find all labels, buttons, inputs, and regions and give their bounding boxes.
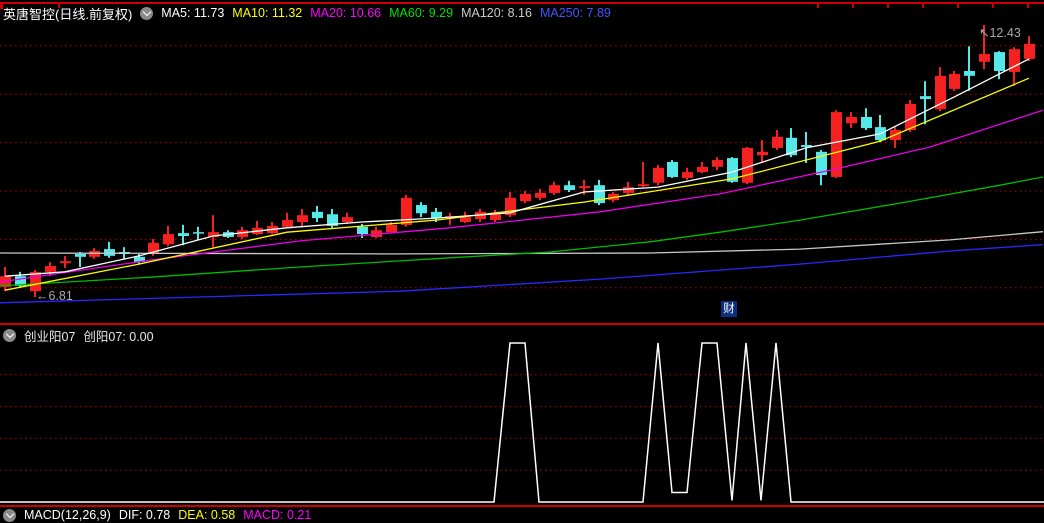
candle — [282, 220, 293, 227]
candle — [104, 249, 115, 256]
candlestick-chart[interactable] — [0, 0, 1044, 513]
ma250-label: MA250: 7.89 — [539, 6, 611, 20]
pane-divider — [0, 323, 1044, 325]
candle — [638, 184, 649, 187]
candle — [163, 234, 174, 245]
high-price-label: ↖12.43 — [979, 26, 1021, 40]
candle — [549, 185, 560, 193]
ma-lines — [0, 58, 1044, 304]
candle — [416, 205, 427, 214]
candle-wick — [968, 46, 970, 91]
candle — [386, 224, 397, 233]
ma5-label: MA5: 11.73 — [161, 6, 225, 20]
candle — [772, 136, 783, 148]
price-gridlines — [0, 45, 1044, 471]
high-arrow-icon: ↖ — [979, 26, 990, 40]
low-price-label: ←6.81 — [36, 289, 73, 303]
candle — [490, 214, 501, 221]
candle — [401, 197, 412, 225]
main-chart-header: 英唐智控(日线.前复权) MA5: 11.73 MA10: 11.32 MA20… — [3, 5, 611, 22]
signal-marker-cai[interactable]: 财 — [721, 301, 737, 317]
candle — [979, 54, 990, 62]
candle — [193, 232, 204, 234]
candle — [535, 192, 546, 198]
candle — [357, 226, 368, 235]
candle-wick — [642, 161, 644, 188]
ma20-label: MA20: 10.66 — [310, 6, 382, 20]
candle — [60, 261, 71, 264]
candle — [1024, 43, 1035, 59]
trading-app-window: 英唐智控(日线.前复权) MA5: 11.73 MA10: 11.32 MA20… — [0, 0, 1044, 522]
candle — [697, 166, 708, 173]
chevron-down-icon[interactable] — [140, 6, 154, 20]
macd-params-label: MACD(12,26,9) — [24, 508, 111, 522]
candle — [846, 116, 857, 124]
candle — [45, 266, 56, 272]
candle — [861, 116, 872, 129]
ma10-label: MA10: 11.32 — [232, 6, 303, 20]
ma120-label: MA120: 8.16 — [461, 6, 532, 20]
chart-title: 英唐智控(日线.前复权) — [3, 6, 133, 22]
macd-label: MACD: 0.21 — [243, 508, 312, 522]
candle — [520, 193, 531, 202]
candle — [949, 73, 960, 89]
candle — [994, 52, 1005, 71]
candle-wick — [212, 215, 214, 248]
indicator-name: 创业阳07 — [24, 329, 76, 344]
candle-wick — [761, 140, 763, 163]
indicator-line — [0, 342, 1044, 503]
candle — [342, 217, 353, 222]
chevron-down-icon[interactable] — [3, 328, 16, 342]
ma-line-ma60 — [0, 176, 1044, 287]
candle — [89, 251, 100, 257]
candle-wick — [924, 81, 926, 125]
dea-label: DEA: 0.58 — [178, 508, 236, 522]
candle — [653, 167, 664, 183]
dif-label: DIF: 0.78 — [118, 508, 171, 522]
candle — [682, 172, 693, 178]
candle — [460, 217, 471, 222]
ma-line-ma10 — [4, 77, 1030, 291]
candle — [579, 186, 590, 189]
candle — [623, 187, 634, 193]
candle — [964, 70, 975, 76]
indicator-value: 创阳07: 0.00 — [83, 329, 154, 344]
macd-panel-header: MACD(12,26,9) DIF: 0.78 DEA: 0.58 MACD: … — [3, 507, 311, 523]
chevron-down-icon[interactable] — [3, 508, 16, 522]
candles — [0, 25, 1035, 298]
indicator-panel-header: 创业阳07 创阳07: 0.00 — [3, 327, 154, 344]
candle — [75, 253, 86, 257]
candle — [178, 233, 189, 237]
candle — [667, 161, 678, 177]
candle — [712, 160, 723, 167]
candle — [920, 96, 931, 100]
ma60-label: MA60: 9.29 — [389, 6, 454, 20]
candle — [757, 151, 768, 156]
candle — [312, 211, 323, 219]
candle — [297, 215, 308, 222]
candle — [564, 185, 575, 191]
